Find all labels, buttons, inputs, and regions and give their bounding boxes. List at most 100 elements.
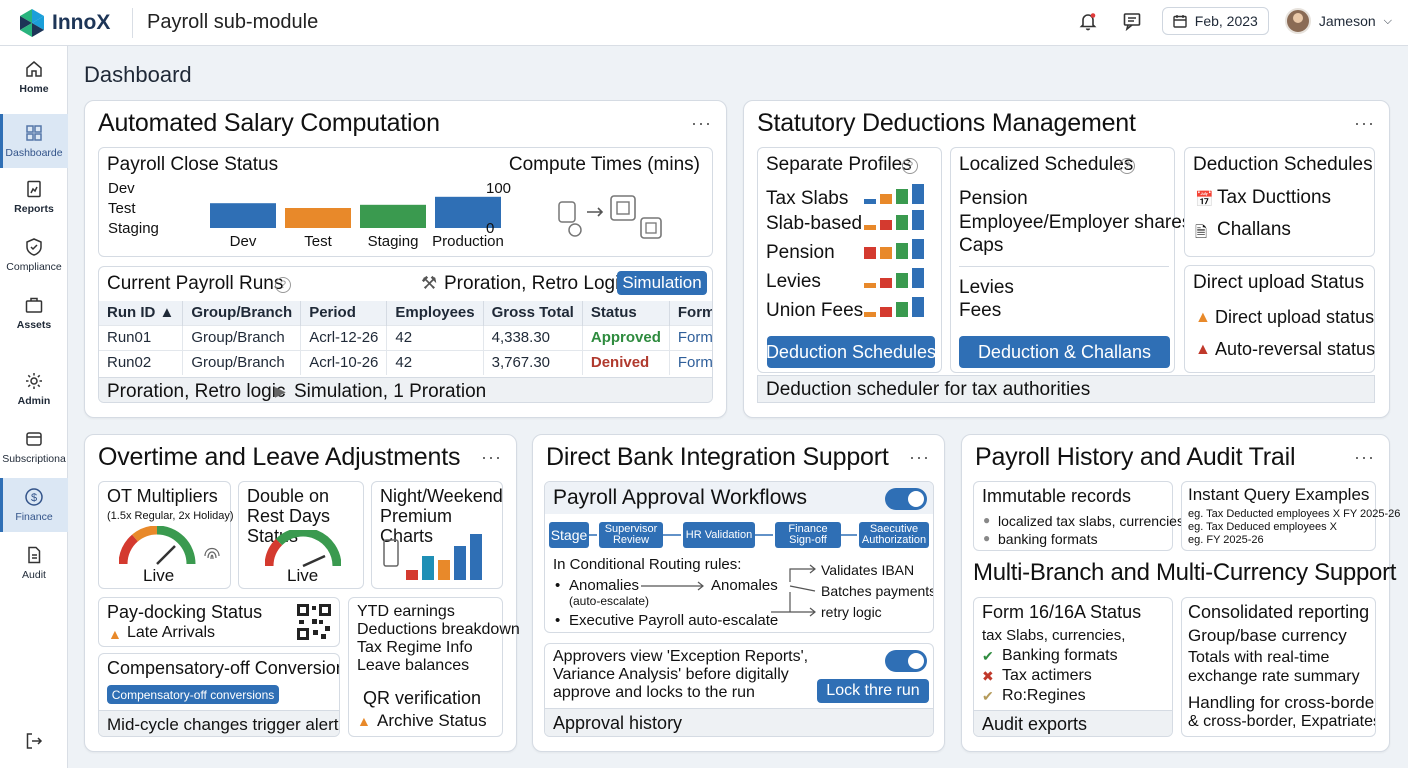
column-header[interactable]: Status bbox=[582, 301, 670, 325]
consolidated-line: Group/base currency bbox=[1188, 626, 1347, 645]
top-bar: InnoX Payroll sub-module Feb, 2023 James… bbox=[0, 0, 1408, 46]
svg-text:$: $ bbox=[31, 492, 37, 504]
legend-dev: Dev bbox=[108, 180, 135, 197]
legend-test: Test bbox=[108, 200, 136, 217]
sidebar-item-label: Reports bbox=[14, 203, 54, 215]
user-menu[interactable]: Jameson ⌵ bbox=[1284, 8, 1392, 34]
runs-footer: Proration, Retro logic ▶ Simulation, 1 P… bbox=[99, 377, 712, 402]
salary-computation-card: Automated Salary Computation ··· Payroll… bbox=[84, 100, 727, 418]
more-icon[interactable]: ··· bbox=[1354, 447, 1375, 468]
consolidated-line: Handling for cross-border bbox=[1188, 693, 1376, 712]
message-icon[interactable] bbox=[1118, 7, 1146, 35]
footer-text: Mid-cycle changes trigger alerts bbox=[107, 715, 340, 734]
avatar bbox=[1284, 8, 1311, 34]
bank-feature: retry logic bbox=[821, 604, 882, 620]
document-icon: 🗎 bbox=[1195, 224, 1208, 241]
logout-button[interactable] bbox=[0, 716, 68, 766]
chart-bar bbox=[360, 204, 426, 228]
panel-subtitle: (1.5x Regular, 2x Holiday) bbox=[107, 510, 234, 522]
schedule-link[interactable]: Tax Ducttions bbox=[1217, 187, 1331, 209]
calendar-icon bbox=[1173, 15, 1187, 28]
query-example[interactable]: eg. Tax Deduced employees X bbox=[1188, 521, 1337, 533]
approval-history-link[interactable]: Approval history bbox=[553, 713, 682, 734]
gauge-label: Live bbox=[287, 566, 319, 585]
sidebar-item-home[interactable]: Home bbox=[0, 50, 68, 104]
warning-icon: ▲ bbox=[108, 626, 122, 642]
ytd-item: Leave balances bbox=[357, 657, 470, 674]
ytd-panel: YTD earnings Deductions breakdown Tax Re… bbox=[348, 597, 520, 737]
sidebar-item-reports[interactable]: Reports bbox=[0, 170, 68, 224]
more-icon[interactable]: ··· bbox=[481, 447, 502, 468]
workflow-toggle[interactable] bbox=[885, 488, 927, 510]
lock-run-button[interactable]: Lock thre run bbox=[817, 679, 929, 703]
column-header[interactable]: Formula Tracing bbox=[669, 301, 712, 325]
schedule-link[interactable]: Challans bbox=[1217, 219, 1291, 241]
multi-branch-title: Multi-Branch and Multi-Currency Support bbox=[973, 559, 1397, 586]
more-icon[interactable]: ··· bbox=[1354, 113, 1375, 134]
more-icon[interactable]: ··· bbox=[909, 447, 930, 468]
play-icon[interactable]: ▶ bbox=[275, 383, 286, 400]
column-header[interactable]: Employees bbox=[386, 301, 484, 325]
payroll-history-card: Payroll History and Audit Trail ··· Immu… bbox=[961, 434, 1400, 752]
sidebar-item-dashboard[interactable]: Dashboarde bbox=[0, 114, 68, 168]
table-cell: 42 bbox=[386, 349, 484, 375]
sidebar-item-label: Dashboarde bbox=[5, 147, 63, 159]
bell-icon[interactable] bbox=[1074, 7, 1102, 35]
sidebar-item-compliance[interactable]: Compliance bbox=[0, 228, 68, 282]
date-picker[interactable]: Feb, 2023 bbox=[1161, 7, 1269, 35]
lock-toggle[interactable] bbox=[885, 650, 927, 672]
query-example[interactable]: eg. FY 2025-26 bbox=[1188, 534, 1264, 546]
bank-integration-card: Direct Bank Integration Support ··· Payr… bbox=[532, 434, 945, 752]
sidebar-item-label: Home bbox=[19, 83, 49, 95]
brand[interactable]: InnoX bbox=[0, 7, 133, 38]
overtime-card: Overtime and Leave Adjustments ··· OT Mu… bbox=[84, 434, 520, 752]
audit-exports-link[interactable]: Audit exports bbox=[982, 714, 1087, 735]
sidebar-item-label: Admin bbox=[17, 395, 51, 407]
formula-tracing-link[interactable]: Formula Tracing bbox=[669, 349, 712, 375]
profile-item: Slab-based bbox=[766, 213, 863, 234]
date-value: Feb, 2023 bbox=[1194, 13, 1258, 29]
sidebar-item-admin[interactable]: Admin bbox=[0, 362, 68, 416]
archive-status: Archive Status bbox=[377, 711, 487, 730]
sidebar-item-label: Subscriptiona bbox=[2, 453, 66, 465]
panel-title: Direct upload Status bbox=[1193, 272, 1365, 293]
briefcase-icon bbox=[25, 297, 43, 313]
column-header[interactable]: Group/Branch bbox=[182, 301, 302, 325]
rest-days-panel: Double on Rest Days Status Live bbox=[238, 481, 364, 589]
sidebar-item-audit[interactable]: Audit bbox=[0, 536, 68, 590]
panel-title: Current Payroll Runs bbox=[107, 273, 284, 294]
deduction-challans-button[interactable]: Deduction & Challans bbox=[959, 336, 1170, 368]
column-header[interactable]: Gross Total bbox=[483, 301, 583, 325]
column-header[interactable]: Run ID ▲ bbox=[99, 301, 184, 325]
ytd-item: Deductions breakdown bbox=[357, 621, 520, 638]
tools-icon: ⚒ bbox=[421, 273, 438, 293]
more-icon[interactable]: ··· bbox=[691, 113, 712, 134]
table-row[interactable]: Run02 Group/Branch Acrl-10-26 42 3,767.3… bbox=[99, 349, 712, 375]
statutory-deductions-card: Statutory Deductions Management ··· Sepa… bbox=[743, 100, 1390, 418]
immutable-item: banking formats bbox=[998, 531, 1098, 547]
sidebar-item-label: Compliance bbox=[6, 261, 62, 273]
help-icon[interactable]: ? bbox=[902, 158, 918, 174]
column-header[interactable]: Period bbox=[300, 301, 388, 325]
compute-times-chart: Dev Test Staging Production bbox=[210, 196, 504, 250]
sidebar-item-subscriptions[interactable]: Subscriptiona bbox=[0, 420, 68, 474]
query-example[interactable]: eg. Tax Deducted employees X FY 2025-26 bbox=[1188, 508, 1400, 520]
document-icon bbox=[28, 546, 41, 564]
bullet-icon: ● bbox=[983, 531, 991, 545]
chart-bar bbox=[210, 203, 276, 228]
simulation-button[interactable]: Simulation bbox=[617, 271, 707, 295]
night-weekend-panel: Night/Weekend Premium Charts bbox=[371, 481, 503, 589]
profile-item: Tax Slabs bbox=[766, 188, 849, 209]
ot-multipliers-panel: OT Multipliers (1.5x Regular, 2x Holiday… bbox=[98, 481, 234, 589]
table-row[interactable]: Run01 Group/Branch Acrl-12-26 42 4,338.3… bbox=[99, 324, 712, 350]
qr-code-icon[interactable] bbox=[297, 604, 331, 640]
cross-icon: ✖ bbox=[982, 668, 994, 684]
fingerprint-icon bbox=[204, 547, 220, 560]
compoff-conversions-badge[interactable]: Compensatory-off conversions bbox=[107, 685, 279, 704]
formula-tracing-link[interactable]: Formula Tracing bbox=[669, 324, 712, 350]
sidebar-item-assets[interactable]: Assets bbox=[0, 286, 68, 340]
help-icon[interactable]: ? bbox=[1119, 158, 1135, 174]
deduction-schedules-button[interactable]: Deduction Schedules bbox=[766, 336, 936, 368]
help-icon[interactable]: ? bbox=[275, 277, 291, 293]
sidebar-item-finance[interactable]: $ Finance bbox=[0, 478, 68, 532]
